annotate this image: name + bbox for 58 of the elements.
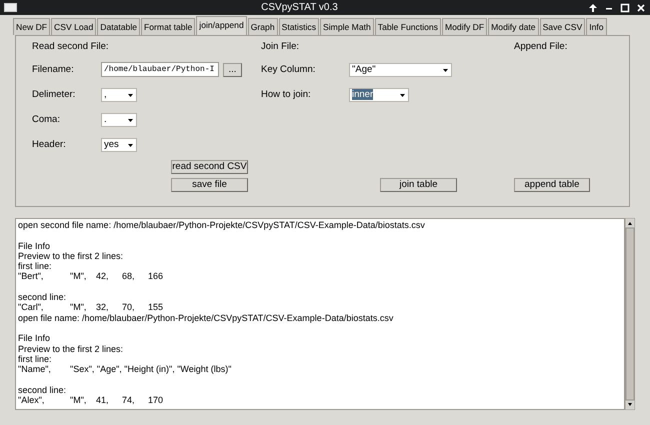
section-heading: Join File: [261, 40, 300, 52]
dropdown[interactable]: , [101, 88, 137, 102]
log-line: File Info [18, 333, 52, 344]
field-label: Coma: [32, 114, 61, 126]
log-line: open second file name: /home/blaubaer/Python-Projekte/CSVpySTAT/CSV-Example-Data/biostats.csv [18, 220, 426, 230]
dropdown-arrow-icon[interactable] [127, 142, 134, 148]
log-line: second line: [18, 292, 68, 302]
tab[interactable]: Format table [141, 18, 196, 35]
log-line: first line: [18, 354, 53, 364]
log-line: Preview to the first 2 lines: [18, 250, 124, 262]
log-line: "Bert", "M", 42, 68, 166 [18, 271, 164, 282]
dropdown-arrow-icon[interactable] [399, 92, 406, 98]
log-line: second line: [18, 384, 68, 396]
dropdown-arrow-icon[interactable] [127, 116, 134, 122]
dropdown-arrow-icon[interactable] [127, 92, 134, 98]
maximize-icon[interactable] [620, 2, 630, 12]
browse-button[interactable]: ... [223, 62, 242, 76]
scrollbar[interactable] [625, 218, 635, 410]
field-label: Filename: [32, 64, 75, 76]
field-label: How to join: [261, 88, 312, 100]
dropdown-arrow-icon[interactable] [442, 66, 449, 72]
join-table-button[interactable]: join table [380, 178, 457, 192]
close-icon[interactable] [636, 2, 646, 12]
log-line: "Alex", "M", 41, 74, 170 [18, 395, 164, 406]
append-table-button[interactable]: append table [514, 178, 590, 192]
dropdown[interactable]: yes [101, 138, 137, 152]
save-file-button[interactable]: save file [171, 178, 248, 192]
tab[interactable]: Modify date [488, 18, 539, 35]
tab[interactable]: Simple Math [320, 18, 374, 35]
tab[interactable]: Info [586, 18, 607, 35]
tab[interactable]: Datatable [97, 18, 140, 35]
filename-field[interactable]: /home/blaubaer/Python-I [101, 62, 219, 77]
log-line: File Info [18, 240, 52, 251]
dropdown[interactable]: inner [349, 88, 409, 102]
tab[interactable]: join/append [196, 16, 247, 35]
tab[interactable]: New DF [13, 18, 50, 35]
field-label: Delimeter: [32, 88, 76, 100]
log-line: first line: [18, 261, 53, 272]
arrow-up-icon[interactable] [588, 2, 598, 12]
field-label: Key Column: [261, 64, 316, 76]
window-title: CSVpySTAT v0.3 [260, 2, 339, 14]
log-line: open file name: /home/blaubaer/Python-Projekte/CSVpySTAT/CSV-Example-Data/biostats.csv [18, 312, 394, 323]
tab[interactable]: Modify DF [442, 18, 488, 35]
tab[interactable]: Save CSV [540, 18, 586, 35]
field-label: Header: [32, 138, 67, 150]
section-heading: Read second File: [32, 40, 110, 52]
log-line: Preview to the first 2 lines: [18, 344, 124, 354]
read-csv-button[interactable]: read second CSV [171, 160, 248, 174]
log-line: "Carl", "M", 32, 70, 155 [18, 302, 164, 313]
app-icon [4, 3, 17, 12]
tab[interactable]: Graph [248, 18, 278, 35]
dropdown[interactable]: "Age" [349, 62, 452, 76]
tab[interactable]: Statistics [278, 18, 320, 35]
log-line: "Name", "Sex", "Age", "Height (in)", "Weight (lbs)" [18, 364, 232, 374]
dropdown[interactable]: . [101, 112, 137, 126]
section-heading: Append File: [514, 40, 568, 52]
tab[interactable]: Table Functions [374, 18, 441, 35]
tab[interactable]: CSV Load [51, 18, 96, 35]
